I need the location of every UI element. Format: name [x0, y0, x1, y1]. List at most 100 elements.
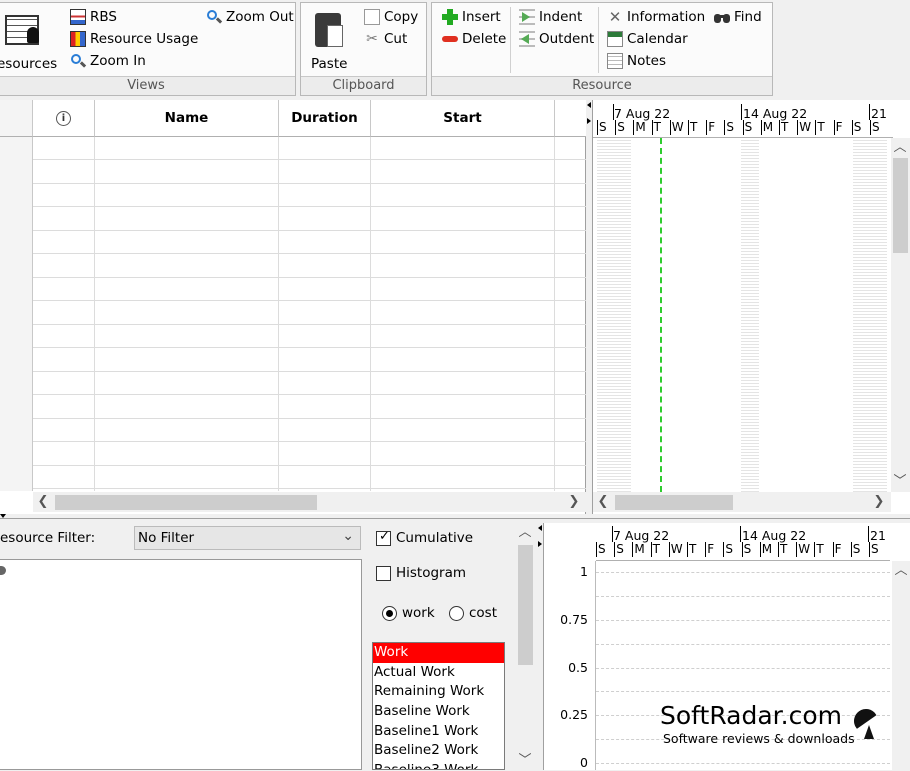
pane-splitter-arrow[interactable]	[0, 514, 6, 518]
resources-view-label: esources	[0, 56, 58, 72]
day-label: T	[687, 542, 705, 557]
options-vertical-scrollbar[interactable]: ︿ ﹀	[516, 523, 535, 770]
grid-line	[596, 763, 890, 764]
minor-grid-line	[596, 691, 890, 693]
zoom-out-button[interactable]: Zoom Out	[206, 7, 294, 27]
histogram-field-list[interactable]: Work Actual Work Remaining Work Baseline Wo…	[372, 642, 505, 770]
expand-arrow-icon[interactable]	[538, 541, 542, 547]
copy-button[interactable]: Copy	[364, 7, 418, 27]
y-tick-label: 0.5	[568, 659, 588, 675]
cumulative-checkbox[interactable]: ✓ Cumulative	[376, 529, 474, 546]
row-header-divider	[0, 137, 33, 491]
list-item[interactable]: Baseline2 Work	[373, 741, 504, 761]
day-label: S	[615, 120, 633, 135]
duration-column-header[interactable]: Duration	[279, 100, 371, 137]
information-label: Information	[627, 9, 706, 25]
week-label: 21	[871, 106, 887, 121]
work-radio[interactable]: work	[382, 605, 435, 621]
resources-view-button[interactable]: esources	[0, 7, 57, 73]
scroll-left-arrow[interactable]: ❮	[595, 492, 611, 512]
zoom-in-button[interactable]: Zoom In	[70, 51, 146, 71]
name-column-label: Name	[164, 110, 209, 126]
day-label: W	[797, 120, 815, 135]
resource-list[interactable]	[0, 559, 362, 770]
notes-icon	[607, 53, 623, 69]
scroll-left-arrow[interactable]: ❮	[35, 492, 51, 512]
person-icon	[27, 27, 39, 43]
scroll-up-arrow[interactable]: ︿	[892, 138, 908, 158]
list-item[interactable]: Baseline1 Work	[373, 722, 504, 742]
histogram-checkbox[interactable]: Histogram	[376, 565, 466, 581]
day-label: S	[851, 120, 870, 135]
day-label: F	[705, 542, 723, 557]
tools-icon: ✕	[608, 8, 622, 26]
day-label: S	[869, 542, 887, 557]
cumulative-box: ✓	[376, 529, 391, 546]
day-label: F	[833, 120, 852, 135]
grid-line	[596, 572, 890, 573]
list-item[interactable]: Work	[373, 643, 504, 663]
cut-button[interactable]: ✂ Cut	[364, 29, 407, 49]
clipboard-group-title: Clipboard	[301, 76, 426, 95]
tree-root-bullet	[0, 566, 6, 575]
cumulative-label: Cumulative	[396, 530, 474, 546]
next-column-header[interactable]	[555, 100, 586, 137]
scroll-up-arrow[interactable]: ︿	[893, 561, 909, 581]
day-label: S	[742, 120, 761, 135]
insert-label: Insert	[462, 9, 501, 25]
notes-button[interactable]: Notes	[607, 51, 666, 71]
paste-button[interactable]: Paste	[305, 7, 355, 73]
softradar-watermark: SoftRadar.com Software reviews & downloa…	[660, 701, 890, 749]
column-divider	[279, 137, 371, 491]
scroll-right-arrow[interactable]: ❯	[871, 492, 887, 512]
day-label: W	[668, 542, 687, 557]
resource-usage-label: Resource Usage	[90, 31, 199, 47]
table-horizontal-scrollbar[interactable]: ❮ ❯	[33, 492, 586, 512]
resource-usage-icon	[70, 31, 86, 47]
cost-radio[interactable]: cost	[449, 605, 497, 621]
name-column-header[interactable]: Name	[95, 100, 279, 137]
histogram-vertical-scrollbar[interactable]: ︿	[892, 561, 910, 770]
start-column-header[interactable]: Start	[371, 100, 555, 137]
calendar-button[interactable]: Calendar	[607, 29, 688, 49]
watermark-brand: SoftRadar.com	[660, 701, 842, 730]
week-divider	[613, 104, 614, 120]
collapse-arrow-icon[interactable]	[538, 525, 542, 531]
list-item[interactable]: Remaining Work	[373, 682, 504, 702]
scroll-thumb[interactable]	[615, 495, 733, 510]
resource-separator	[510, 7, 511, 73]
day-label: S	[850, 542, 869, 557]
gantt-vertical-scrollbar[interactable]: ︿ ﹀	[891, 138, 910, 492]
scroll-down-arrow[interactable]: ﹀	[892, 472, 908, 492]
information-button[interactable]: ✕ Information	[607, 7, 705, 27]
scroll-right-arrow[interactable]: ❯	[566, 492, 582, 512]
resource-table[interactable]: i Name Duration Start ❮ ❯	[0, 100, 586, 514]
scroll-up-arrow[interactable]: ︿	[517, 523, 533, 543]
row-header-column[interactable]	[0, 100, 33, 137]
list-item[interactable]: Actual Work	[373, 663, 504, 683]
scroll-thumb[interactable]	[893, 158, 908, 253]
resource-filter-label: esource Filter:	[0, 530, 96, 546]
zoom-in-label: Zoom In	[90, 53, 146, 69]
delete-button[interactable]: Delete	[442, 29, 506, 49]
indent-button[interactable]: Indent	[519, 7, 582, 27]
outdent-button[interactable]: Outdent	[519, 29, 594, 49]
scroll-thumb[interactable]	[518, 545, 533, 665]
y-tick-label: 0	[580, 755, 588, 770]
gantt-horizontal-scrollbar[interactable]: ❮ ❯	[593, 492, 891, 512]
rbs-label: RBS	[90, 9, 117, 25]
insert-button[interactable]: Insert	[442, 7, 501, 27]
rbs-button[interactable]: RBS	[70, 7, 117, 27]
calendar-icon	[607, 31, 623, 47]
resource-filter-select[interactable]: No Filter ⌄	[134, 526, 361, 550]
resource-usage-button[interactable]: Resource Usage	[70, 29, 198, 49]
resource-filter-value: No Filter	[138, 530, 195, 546]
scroll-thumb[interactable]	[55, 495, 317, 510]
indicator-column-header[interactable]: i	[33, 100, 95, 137]
gantt-chart[interactable]: 7 Aug 22 14 Aug 22 21 SSMTWTFSSMTWTFSS ︿…	[592, 100, 910, 514]
scroll-down-arrow[interactable]: ﹀	[517, 751, 533, 771]
insert-icon	[442, 9, 458, 25]
day-label: S	[723, 542, 741, 557]
find-button[interactable]: Find	[714, 7, 762, 27]
list-item[interactable]: Baseline Work	[373, 702, 504, 722]
